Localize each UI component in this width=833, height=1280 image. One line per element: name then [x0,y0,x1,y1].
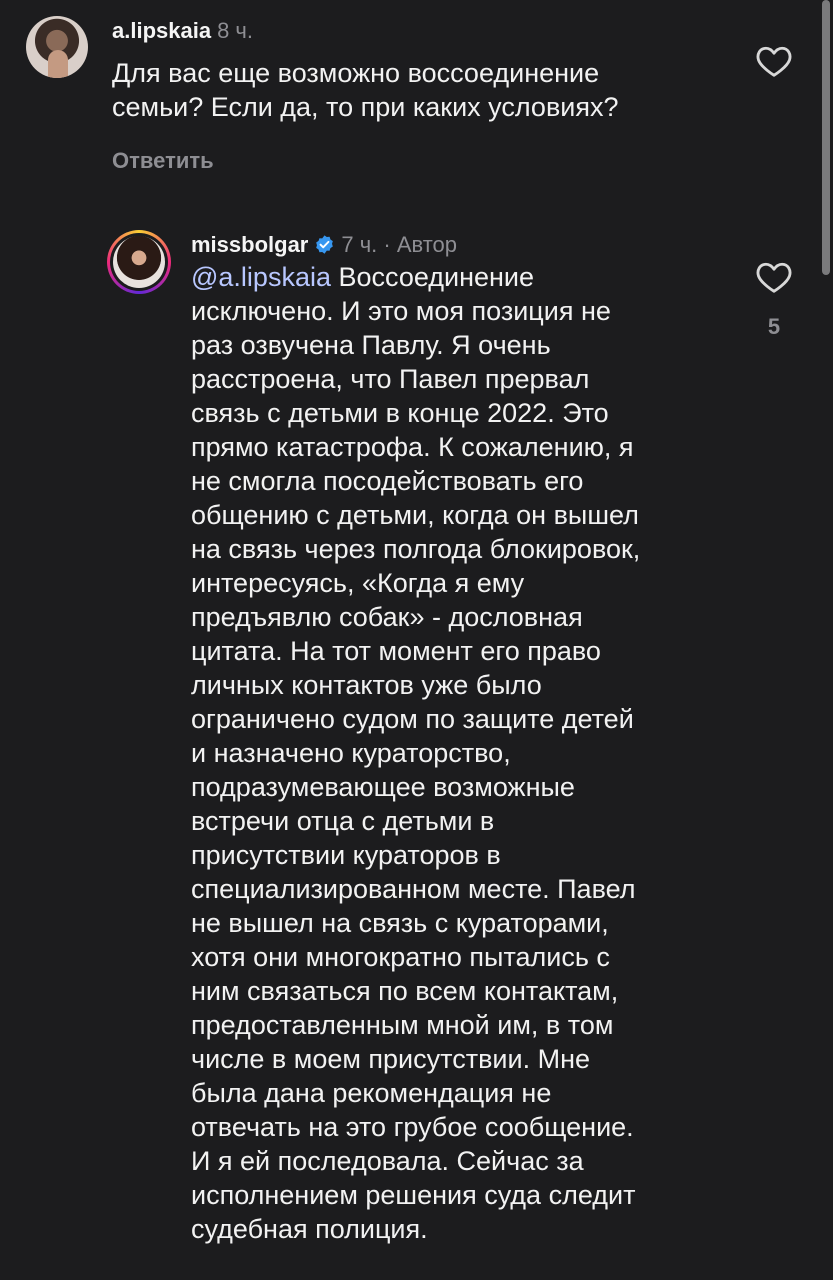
comment-text-body: Воссоединение исключено. И это моя позиц… [191,262,641,1244]
scrollbar[interactable] [822,0,830,275]
comment-a-lipskaia: a.lipskaia 8 ч. Для вас еще возможно восс… [26,16,806,174]
comment-meta: missbolgar 7 ч. · Автор [191,230,807,260]
username[interactable]: a.lipskaia [112,18,211,43]
heart-outline-icon [756,46,792,77]
like-button[interactable] [754,44,794,78]
like-button[interactable]: 5 [754,260,794,340]
comment-text: Для вас еще возможно воссоединение семьи… [112,58,619,122]
timestamp: 8 ч. [217,18,253,43]
username[interactable]: missbolgar [191,232,308,257]
timestamp: 7 ч. · Автор [341,232,458,257]
avatar-story-ring[interactable] [107,230,171,294]
comment-body: a.lipskaia 8 ч. Для вас еще возможно восс… [112,16,806,174]
avatar [113,236,165,288]
heart-outline-icon [756,262,792,293]
avatar[interactable] [26,16,88,78]
comment-text: @a.lipskaia Воссоединение исключено. И э… [191,260,736,1246]
comment-meta: a.lipskaia 8 ч. [112,16,806,46]
mention-link[interactable]: @a.lipskaia [191,262,331,292]
comment-body: missbolgar 7 ч. · Автор @a.lipskaia Восс… [191,230,807,1246]
like-count: 5 [767,314,781,339]
verified-badge-icon [316,235,334,254]
comment-missbolgar: missbolgar 7 ч. · Автор @a.lipskaia Восс… [107,230,807,1246]
reply-button[interactable]: Ответить [112,148,806,174]
